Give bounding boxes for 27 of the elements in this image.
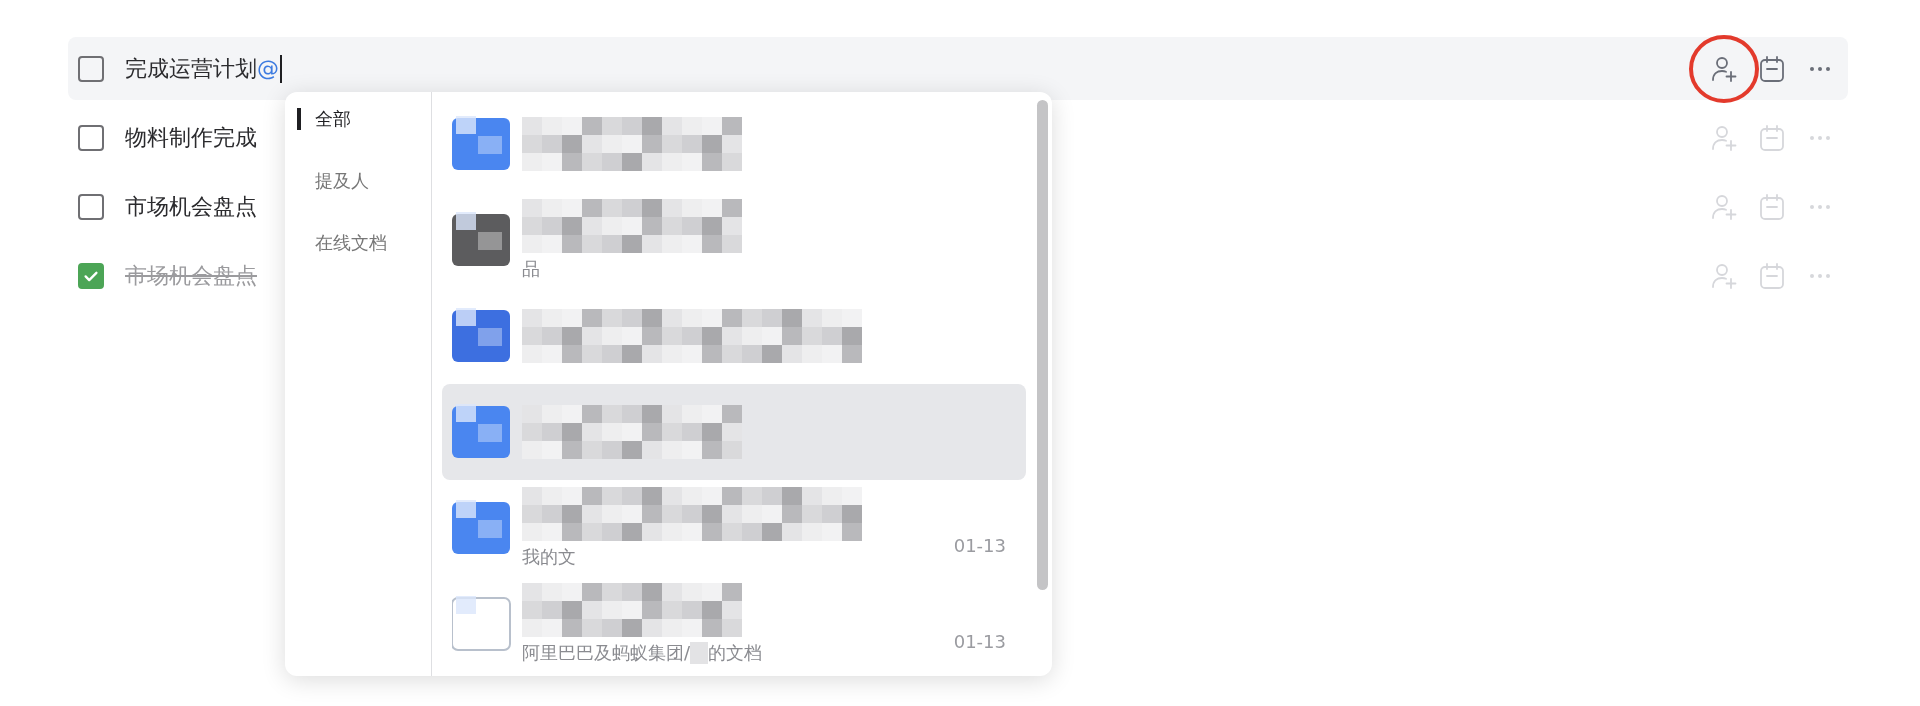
task-text[interactable]: 物料制作完成 — [125, 122, 257, 153]
calendar-icon[interactable] — [1758, 54, 1786, 83]
category-tab[interactable]: 全部 — [297, 108, 431, 130]
mosaic-drawing — [690, 642, 709, 664]
task-text[interactable]: 市场机会盘点 — [125, 191, 257, 222]
list-item[interactable]: 我的文 01-13 — [442, 480, 1026, 576]
task-text[interactable]: 市场机会盘点 — [125, 260, 257, 291]
item-subtitle: 阿里巴巴及蚂蚁集团/ — [522, 641, 691, 665]
add-person-icon[interactable] — [1710, 54, 1738, 83]
item-subtitle: 品 — [522, 257, 540, 281]
list-item[interactable]: 阿里巴巴及蚂蚁集团/ 的文档 01-13 — [442, 576, 1026, 672]
list-item[interactable]: 品 — [442, 192, 1026, 288]
item-date: 01-13 — [953, 535, 1006, 556]
checkbox[interactable] — [78, 193, 104, 220]
checkbox[interactable] — [78, 124, 104, 151]
category-tab[interactable]: 提及人 — [297, 170, 431, 192]
checkbox[interactable] — [78, 262, 104, 289]
category-tab[interactable]: 在线文档 — [297, 232, 431, 254]
item-subtitle: 的文档 — [708, 641, 763, 665]
checkbox[interactable] — [78, 55, 104, 82]
text-cursor — [280, 54, 282, 83]
list-item[interactable] — [442, 384, 1026, 480]
task-text[interactable]: 完成运营计划 — [125, 53, 257, 84]
item-subtitle: 我的文 — [522, 545, 576, 569]
scrollbar[interactable] — [1037, 100, 1048, 590]
mention-symbol: @ — [257, 56, 279, 81]
item-date: 01-13 — [953, 631, 1006, 652]
